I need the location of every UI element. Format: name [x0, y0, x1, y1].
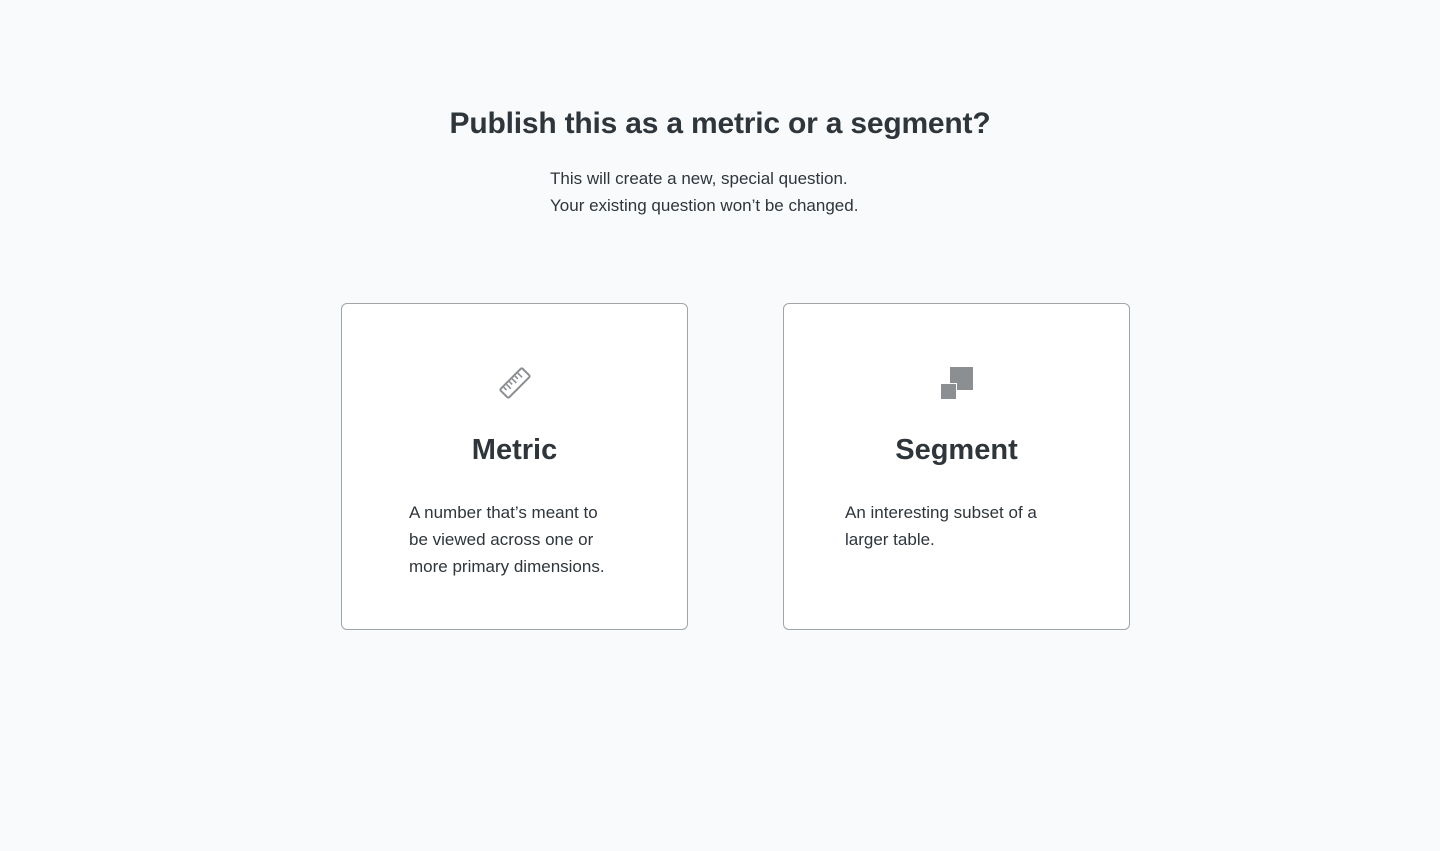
page-subtitle: This will create a new, special question… — [550, 165, 910, 219]
segment-icon — [941, 367, 973, 399]
segment-option-card[interactable]: Segment An interesting subset of a large… — [783, 303, 1130, 630]
subtitle-line: This will create a new, special question… — [550, 169, 848, 188]
ruler-icon — [499, 367, 531, 399]
subtitle-line: Your existing question won’t be changed. — [550, 196, 859, 215]
metric-description: A number that’s meant to be viewed acros… — [409, 499, 624, 580]
segment-description: An interesting subset of a larger table. — [845, 499, 1060, 553]
description-line: be viewed across one or — [409, 530, 594, 549]
metric-option-card[interactable]: Metric A number that’s meant to be viewe… — [341, 303, 688, 630]
page-title: Publish this as a metric or a segment? — [449, 107, 991, 140]
description-line: larger table. — [845, 530, 935, 549]
description-line: An interesting subset of a — [845, 503, 1037, 522]
metric-title: Metric — [471, 434, 558, 466]
segment-title: Segment — [895, 434, 1018, 466]
description-line: A number that’s meant to — [409, 503, 598, 522]
description-line: more primary dimensions. — [409, 557, 605, 576]
